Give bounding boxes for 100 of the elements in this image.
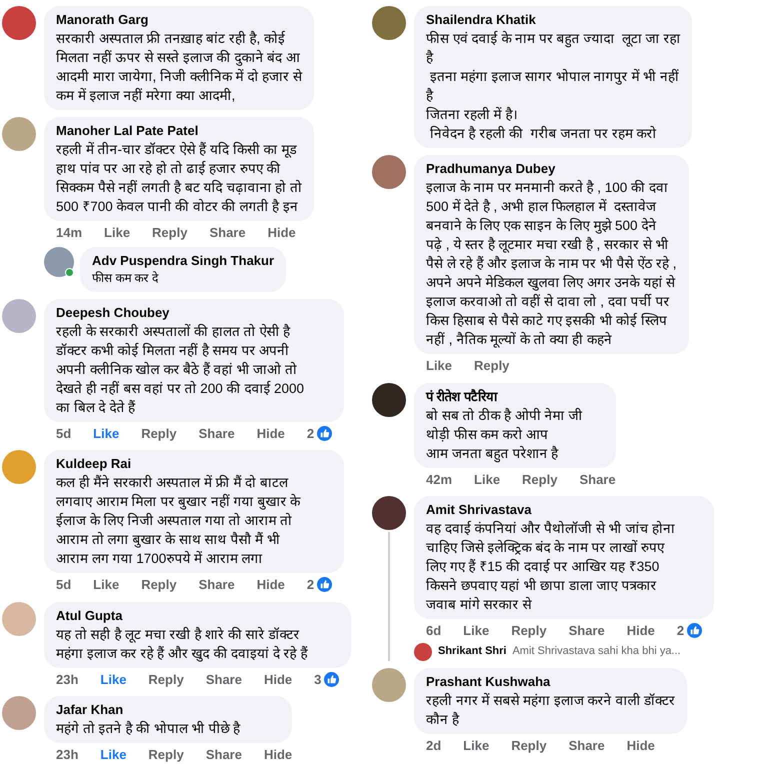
comment-text: 500 में देते है , अभी हाल फिलहाल में दस्तावेज bbox=[426, 198, 658, 216]
like-link[interactable]: Like bbox=[93, 575, 120, 594]
author-name[interactable]: Amit Shrivastava bbox=[426, 501, 702, 519]
comment-time: 14m bbox=[56, 224, 82, 242]
action-link[interactable]: Reply bbox=[148, 670, 184, 689]
comment-text: फीस एवं दवाई के नाम पर बहुत ज्यादा लूटा जा रहा bbox=[426, 30, 680, 48]
action-link[interactable]: Reply bbox=[474, 356, 510, 376]
like-link[interactable]: Like bbox=[104, 223, 130, 242]
author-name[interactable]: Atul Gupta bbox=[56, 606, 340, 624]
author-name[interactable]: Pradhumanya Dubey bbox=[426, 160, 677, 178]
comment-time: 23h bbox=[56, 746, 78, 764]
action-link[interactable]: Share bbox=[198, 424, 235, 443]
comment-text: है bbox=[426, 48, 434, 67]
action-link[interactable]: Reply bbox=[141, 575, 177, 594]
comment-time: 23h bbox=[56, 670, 78, 688]
comment-text: जवाब मांगे सरकार से bbox=[426, 596, 533, 614]
reaction-count: 3 bbox=[314, 670, 322, 688]
comment-text: मिलता नहीं ऊपर से सस्ते इलाज की दुकाने बंद आ bbox=[56, 48, 301, 67]
author-name[interactable]: Prashant Kushwaha bbox=[426, 672, 676, 690]
comment-text: हाथ पांव पर आ रहे हो तो ढाई हजार रुपए की bbox=[56, 160, 282, 178]
action-link[interactable]: Hide bbox=[264, 745, 292, 764]
comment-text: आदमी मारा जायेगा, निजी क्लीनिक में दो हजार से bbox=[56, 68, 302, 86]
comment-text: आम जनता बहुत परेशान है bbox=[426, 444, 560, 462]
reply-preview-text[interactable]: Amit Shrivastava sahi kha bhi ya... bbox=[512, 643, 681, 660]
author-name[interactable]: Deepesh Choubey bbox=[56, 304, 332, 322]
action-link[interactable]: Share bbox=[579, 470, 616, 489]
action-link[interactable]: Hide bbox=[268, 223, 296, 242]
comment-text: जितना रहली में है। bbox=[426, 106, 518, 124]
comment-text: बो सब तो ठीक है ओपी नेमा जी bbox=[426, 406, 584, 424]
comment-text: यह तो सही है लूट मचा रखी है शारे की सारे डॉक्टर bbox=[56, 626, 300, 644]
action-link[interactable]: Reply bbox=[511, 621, 547, 640]
comment-text: पढ़े , ये स्तर है लूटमार मचा रखी है , सरकार से भी bbox=[426, 236, 670, 254]
action-link[interactable]: Share bbox=[568, 621, 605, 640]
like-link[interactable]: Like bbox=[93, 424, 120, 443]
comment-text: बनवाने के लिए एक साइन के लिए मुझे 500 देने bbox=[426, 216, 658, 235]
author-name[interactable]: Shailendra Khatik bbox=[426, 11, 680, 29]
comment-text: इलाज करवाओ तो वहीं से दावा लो , दवा पर्ची पर bbox=[426, 292, 670, 311]
action-link[interactable]: Share bbox=[206, 745, 242, 764]
action-link[interactable]: Hide bbox=[264, 670, 292, 689]
comment-time: 5d bbox=[56, 424, 72, 442]
reaction-count: 2 bbox=[306, 424, 314, 442]
comment-text: फीस कम कर दे bbox=[92, 270, 160, 286]
comment-text: सरकारी अस्पताल फ्री तनख़ाह बांट रही है, कोई bbox=[56, 30, 286, 48]
author-name[interactable]: Kuldeep Rai bbox=[56, 455, 332, 473]
reply-author[interactable]: Shrikant Shri bbox=[438, 643, 506, 660]
like-link[interactable]: Like bbox=[463, 621, 490, 640]
comment-text: 500 ₹700 केवल पानी की वोटर की लगती है इन bbox=[56, 198, 299, 216]
action-link[interactable]: Reply bbox=[152, 223, 188, 242]
comment-text: इलाज के नाम पर मनमानी करते है , 100 की दवा bbox=[426, 178, 669, 197]
thumbs-up-icon bbox=[317, 577, 332, 592]
comment-text: देखते ही नहीं बस वहां पर तो 200 की दवाई 2000 bbox=[56, 380, 306, 398]
action-link[interactable]: Share bbox=[568, 736, 605, 755]
comment-text: लिए गए हैं ₹15 की दवाई पर आखिर यह ₹350 bbox=[426, 558, 660, 576]
comment-text: निवेदन है रहली की गरीब जनता पर रहम करो bbox=[428, 124, 658, 143]
thumbs-up-icon bbox=[324, 672, 340, 687]
reaction-count: 2 bbox=[676, 622, 684, 640]
author-name[interactable]: पं रीतेश पटैरिया bbox=[426, 388, 604, 406]
comment-text: है bbox=[426, 86, 434, 105]
action-link[interactable]: Hide bbox=[256, 575, 285, 594]
like-link[interactable]: Like bbox=[426, 356, 452, 376]
action-link[interactable]: Hide bbox=[626, 736, 655, 755]
comment-text: किसने छपवाए यहां भी छापा डाला जाए पत्रकार bbox=[426, 576, 658, 595]
action-link[interactable]: Reply bbox=[522, 470, 558, 489]
author-name[interactable]: Manoher Lal Pate Patel bbox=[56, 122, 302, 140]
comment-time: 42m bbox=[426, 470, 452, 488]
comment-text: आराम तो लगा बुखार के साथ साथ पैसौ मैं भी bbox=[56, 530, 281, 549]
action-link[interactable]: Hide bbox=[256, 424, 285, 443]
action-link[interactable]: Share bbox=[206, 670, 242, 689]
action-link[interactable]: Share bbox=[209, 223, 246, 242]
thumbs-up-icon bbox=[687, 623, 702, 638]
like-link[interactable]: Like bbox=[100, 745, 126, 764]
comment-text: अपने अपने मेडिकल खुलवा लिए अगर उनके यहां से bbox=[426, 274, 676, 292]
comment-text: सिक्कम पैसे नहीं लगती है बट यदि चढ़ावाना हो तो bbox=[56, 178, 302, 197]
comment-text: अपनी क्लीनिक खोल कर बैठे हैं वहां भी जाओ तो bbox=[56, 360, 298, 378]
comment-text: थोड़ी फीस कम करो आप bbox=[426, 426, 550, 444]
author-name[interactable]: Adv Puspendra Singh Thakur bbox=[92, 252, 274, 270]
comment-text: रहली में तीन-चार डॉक्टर ऐसे हैं यदि किसी का मूड bbox=[56, 140, 298, 159]
comment-text: महंगा इलाज कर रहे हैं और खुद की दवाइयां दे रहे हैं bbox=[56, 644, 309, 662]
comment-text: महंगे तो इतने है की भोपाल भी पीछे है bbox=[56, 720, 242, 738]
action-link[interactable]: Share bbox=[198, 575, 235, 594]
action-link[interactable]: Reply bbox=[511, 736, 547, 755]
comment-text: नहीं , नैतिक मूल्यों के तो क्या ही कहने bbox=[426, 330, 613, 349]
avatar[interactable] bbox=[372, 496, 406, 530]
action-link[interactable]: Reply bbox=[141, 424, 177, 443]
like-link[interactable]: Like bbox=[100, 670, 126, 689]
comment-text: किस हिसाब से पैसे काटे गए इसकी भी कोई स्लिप bbox=[426, 312, 668, 330]
comment-time: 6d bbox=[426, 622, 442, 640]
comment-text: ईलाज के लिए निजी अस्पताल गया तो आराम तो bbox=[56, 512, 294, 530]
comment-text: चाहिए जिसे इलेक्ट्रिक बंद के नाम पर लाखों रुपए bbox=[426, 538, 666, 557]
comment-text: कौन है bbox=[426, 710, 460, 728]
like-link[interactable]: Like bbox=[474, 470, 500, 489]
author-name[interactable]: Jafar Khan bbox=[56, 701, 280, 719]
comment-text: आराम लग गया 1700रुपये में आराम लगा bbox=[56, 550, 264, 568]
comment-text: वह दवाई कंपनियां और पैथोलॉजी से भी जांच होना bbox=[426, 520, 676, 538]
action-link[interactable]: Hide bbox=[626, 621, 655, 640]
author-name[interactable]: Manorath Garg bbox=[56, 11, 302, 29]
like-link[interactable]: Like bbox=[463, 736, 490, 755]
action-link[interactable]: Reply bbox=[148, 745, 184, 764]
avatar[interactable] bbox=[372, 382, 406, 416]
comment-text: पैसे ले रहे हैं और इलाज के नाम पर भी पैसे ऐंठ रहे , bbox=[426, 254, 677, 273]
